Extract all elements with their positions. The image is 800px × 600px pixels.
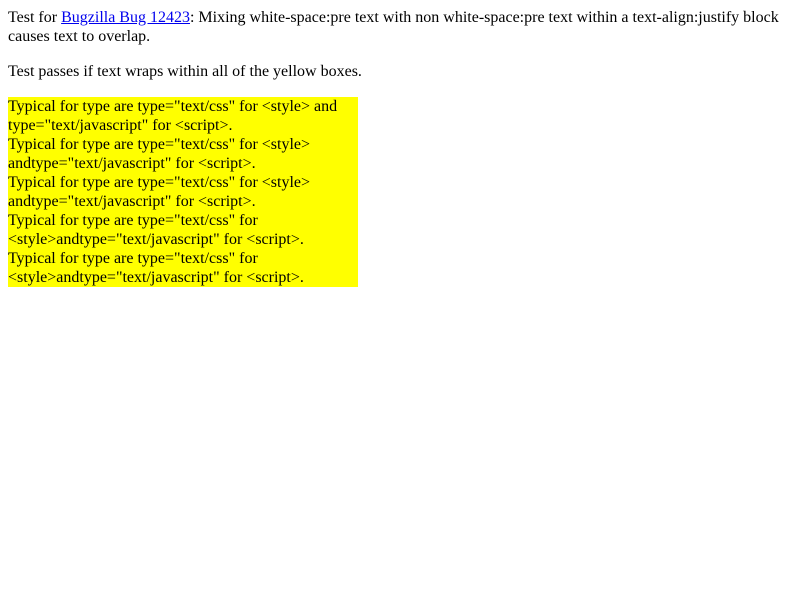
bugzilla-link[interactable]: Bugzilla Bug 12423	[61, 9, 190, 26]
box-5-line-1: Typical for type are type="text/css" for	[8, 250, 258, 267]
box-3-line-2: andtype="text/javascript" for <script>.	[8, 193, 256, 210]
box-4-line-2: <style>andtype="text/javascript" for <sc…	[8, 231, 304, 248]
box-4-line-1: Typical for type are type="text/css" for	[8, 212, 258, 229]
pass-instruction: Test passes if text wraps within all of …	[8, 63, 362, 80]
box-2-line-1: Typical for type are type="text/css" for…	[8, 136, 311, 153]
intro-prefix: Test for	[8, 9, 62, 26]
box-3-line-1: Typical for type are type="text/css" for…	[8, 174, 311, 191]
page-content: Test for Bugzilla Bug 12423: Mixing whit…	[0, 0, 800, 287]
box-2-line-2: andtype="text/javascript" for <script>.	[8, 155, 256, 172]
box-1-line-2: type="text/javascript" for <script>.	[8, 117, 233, 134]
intro-paragraph: Test for Bugzilla Bug 12423: Mixing whit…	[8, 8, 792, 46]
box-5-line-2: <style>andtype="text/javascript" for <sc…	[8, 269, 304, 286]
yellow-box: Typical for type are type="text/css" for…	[8, 97, 358, 287]
box-1-line-1: Typical for type are type="text/css" for…	[8, 98, 338, 115]
